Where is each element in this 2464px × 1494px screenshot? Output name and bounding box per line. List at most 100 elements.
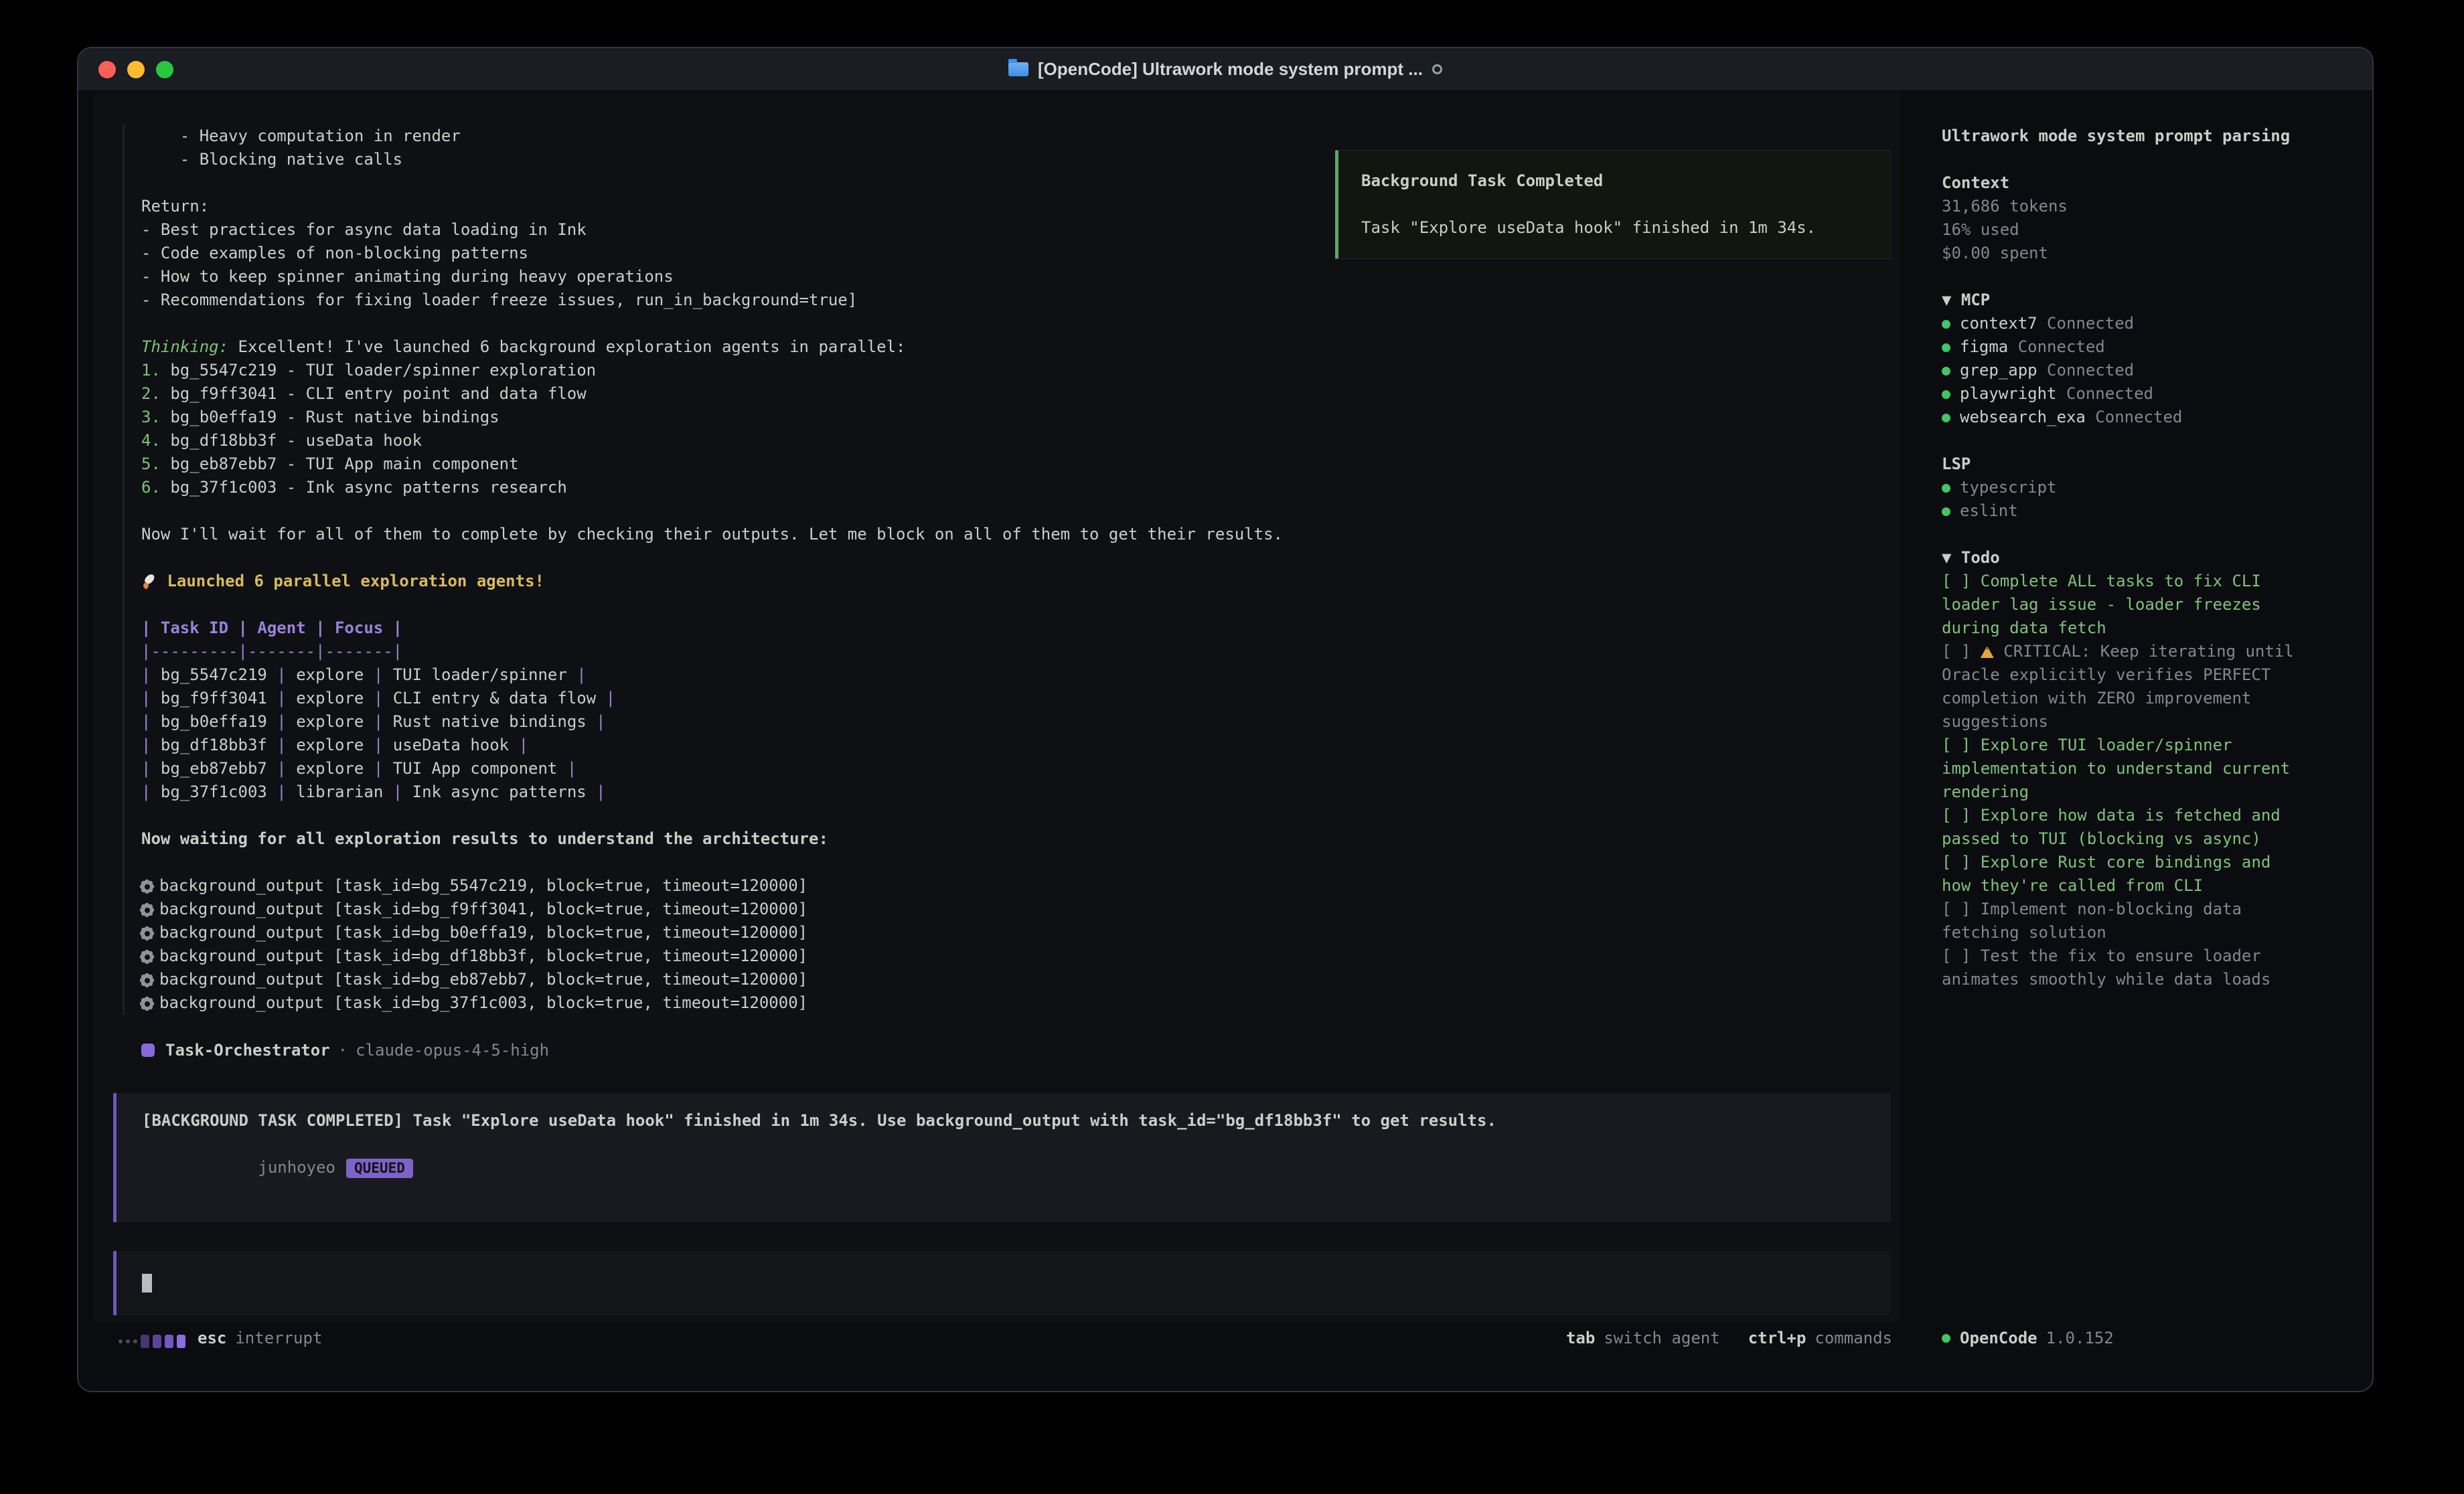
- todo-list: [ ] Complete ALL tasks to fix CLI loader…: [1942, 570, 2372, 991]
- tab-key-hint: tab: [1566, 1329, 1595, 1347]
- warning-icon: [1981, 646, 1994, 658]
- ctrlp-key-label: commands: [1815, 1329, 1892, 1347]
- context-section: Context 31,686 tokens16% used$0.00 spent: [1942, 171, 2372, 265]
- window-title-text: [OpenCode] Ultrawork mode system prompt …: [1038, 59, 1423, 80]
- brand-name: OpenCode: [1960, 1329, 2037, 1347]
- mcp-server-item: context7 Connected: [1942, 312, 2372, 335]
- context-stat: 16% used: [1942, 218, 2372, 242]
- text-segment: background_output: [159, 970, 333, 989]
- chevron-down-icon: ▼: [1942, 548, 1951, 567]
- terminal-line: | bg_f9ff3041 | explore | CLI entry & da…: [141, 687, 1900, 710]
- text-segment: bg_5547c219 - TUI loader/spinner explora…: [161, 361, 596, 380]
- text-segment: Rust native bindings: [393, 712, 587, 731]
- text-segment: |: [141, 712, 161, 731]
- terminal-line: [141, 312, 1900, 335]
- text-segment: CLI entry & data flow: [393, 689, 596, 708]
- terminal-line: background_output [task_id=bg_37f1c003, …: [141, 991, 1900, 1015]
- lsp-item: eslint: [1942, 499, 2372, 523]
- text-segment: Launched 6 parallel exploration agents!: [157, 572, 544, 590]
- text-segment: Now waiting for all exploration results …: [141, 829, 828, 848]
- text-segment: |: [567, 665, 587, 684]
- lsp-header: LSP: [1942, 452, 2372, 476]
- text-segment: explore: [296, 689, 364, 708]
- sidebar: Ultrawork mode system prompt parsing Con…: [1918, 91, 2372, 1353]
- text-segment: 31,686 tokens: [1942, 197, 2068, 216]
- text-segment: Ink async patterns: [412, 782, 587, 801]
- terminal-line: [141, 804, 1900, 827]
- lsp-item: typescript: [1942, 476, 2372, 499]
- text-segment: |: [364, 712, 392, 731]
- text-segment: [task_id=bg_f9ff3041, block=true, timeou…: [333, 900, 807, 918]
- prompt-input[interactable]: [113, 1251, 1891, 1315]
- text-segment: bg_df18bb3f: [161, 736, 267, 754]
- text-segment: bg_b0effa19: [161, 712, 267, 731]
- text-segment: background_output: [159, 923, 333, 942]
- text-segment: |: [587, 782, 606, 801]
- task-message-meta: junhoyeoQUEUED: [142, 1133, 1871, 1204]
- text-segment: |: [364, 689, 392, 708]
- text-segment: |: [267, 782, 296, 801]
- text-segment: bg_eb87ebb7: [161, 759, 267, 778]
- text-segment: explore: [296, 759, 364, 778]
- text-segment: Excellent! I've launched 6 background ex…: [228, 337, 905, 356]
- terminal-panel[interactable]: - Heavy computation in render - Blocking…: [94, 91, 1900, 1323]
- version-number: 1.0.152: [2046, 1329, 2114, 1347]
- rocket-icon: [141, 573, 157, 589]
- text-segment: - Best practices for async data loading …: [141, 220, 587, 239]
- mcp-header-label: MCP: [1961, 290, 1990, 309]
- status-dot-icon: [1942, 1334, 1950, 1343]
- minimize-button[interactable]: [127, 61, 145, 78]
- terminal-line: - Recommendations for fixing loader free…: [141, 288, 1900, 312]
- status-dot-icon: [1942, 343, 1950, 352]
- text-segment: 5.: [141, 454, 161, 473]
- context-stats: 31,686 tokens 16% used $0.00 spent: [1942, 195, 2372, 265]
- gear-icon: [141, 951, 153, 963]
- text-segment: [task_id=bg_eb87ebb7, block=true, timeou…: [333, 970, 807, 989]
- text-segment: 3.: [141, 408, 161, 426]
- terminal-line: | bg_37f1c003 | librarian | Ink async pa…: [141, 780, 1900, 804]
- terminal-line: background_output [task_id=bg_b0effa19, …: [141, 921, 1900, 944]
- text-segment: |: [364, 736, 392, 754]
- text-segment: |: [267, 712, 296, 731]
- terminal-line: Thinking: Excellent! I've launched 6 bac…: [141, 335, 1900, 359]
- titlebar[interactable]: [OpenCode] Ultrawork mode system prompt …: [78, 48, 2372, 91]
- agent-header: Task-Orchestrator·claude-opus-4-5-high: [141, 1039, 1900, 1062]
- text-segment: |: [141, 689, 161, 708]
- terminal-line: | bg_df18bb3f | explore | useData hook |: [141, 734, 1900, 757]
- zoom-button[interactable]: [156, 61, 173, 78]
- text-segment: [ ] Test the fix to ensure loader animat…: [1942, 946, 2270, 989]
- text-segment: background_output: [159, 946, 333, 965]
- text-segment: | Task ID | Agent | Focus |: [141, 618, 402, 637]
- status-dot-icon: [1942, 484, 1950, 493]
- text-segment: [ ] Implement non-blocking data fetching…: [1942, 900, 2251, 942]
- text-segment: |: [596, 689, 615, 708]
- terminal-line: [141, 499, 1900, 523]
- close-button[interactable]: [98, 61, 116, 78]
- mcp-section: ▼ MCP context7 Connectedfigma Connectedg…: [1942, 288, 2372, 429]
- progress-spinner-icon: [119, 1335, 185, 1348]
- terminal-line: background_output [task_id=bg_df18bb3f, …: [141, 944, 1900, 968]
- terminal-line: - Heavy computation in render: [141, 124, 1900, 148]
- text-segment: Connected: [2037, 361, 2135, 380]
- todo-item: [ ] Explore Rust core bindings and how t…: [1942, 851, 2302, 898]
- terminal-line: background_output [task_id=bg_f9ff3041, …: [141, 898, 1900, 921]
- status-dot-icon: [1942, 507, 1950, 516]
- text-segment: |: [587, 712, 606, 731]
- text-segment: [task_id=bg_37f1c003, block=true, timeou…: [333, 993, 807, 1012]
- text-segment: [task_id=bg_df18bb3f, block=true, timeou…: [333, 946, 807, 965]
- text-segment: |: [267, 759, 296, 778]
- text-segment: |: [141, 782, 161, 801]
- text-segment: Connected: [2086, 408, 2183, 426]
- text-segment: |: [383, 782, 412, 801]
- mcp-server-item: playwright Connected: [1942, 382, 2372, 406]
- mcp-header[interactable]: ▼ MCP: [1942, 288, 2372, 312]
- text-segment: $0.00 spent: [1942, 244, 2048, 262]
- text-segment: [ ] Explore TUI loader/spinner implement…: [1942, 736, 2300, 801]
- text-segment: background_output: [159, 900, 333, 918]
- todo-header[interactable]: ▼ Todo: [1942, 546, 2372, 570]
- text-segment: [task_id=bg_b0effa19, block=true, timeou…: [333, 923, 807, 942]
- session-title: Ultrawork mode system prompt parsing: [1942, 124, 2372, 148]
- gear-icon: [141, 975, 153, 986]
- todo-header-label: Todo: [1961, 548, 2000, 567]
- terminal-line: |---------|-------|-------|: [141, 640, 1900, 663]
